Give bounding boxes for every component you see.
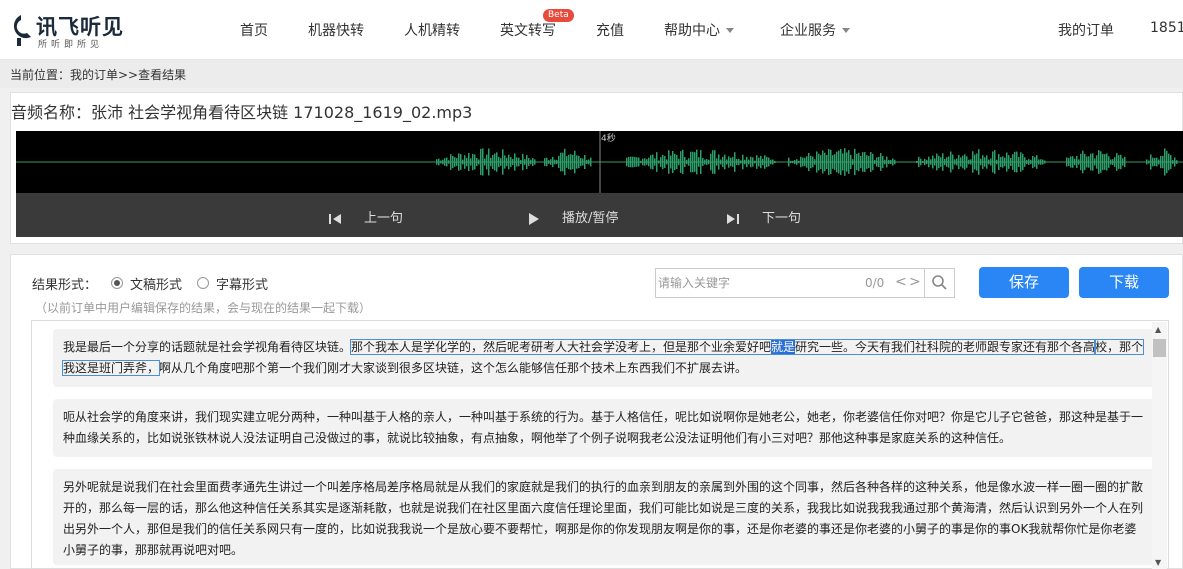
chevron-down-icon bbox=[842, 27, 850, 33]
scroll-down-icon[interactable]: ▼ bbox=[1155, 558, 1161, 567]
logo-icon bbox=[13, 15, 31, 46]
prev-sentence-button[interactable]: 上一句 bbox=[328, 207, 403, 226]
nav-recharge[interactable]: 充值 bbox=[596, 20, 624, 40]
search-button[interactable] bbox=[924, 268, 955, 298]
nav-enterprise-label: 企业服务 bbox=[780, 23, 836, 39]
nav-my-orders[interactable]: 我的订单 bbox=[1058, 20, 1114, 40]
top-nav: 讯飞听见 所听即所见 首页 机器快转 人机精转 英文转写 Beta 充值 帮助中… bbox=[0, 0, 1183, 60]
radio-subtitle-label[interactable]: 字幕形式 bbox=[216, 274, 268, 293]
breadcrumb: 当前位置：我的订单>>查看结果 bbox=[10, 68, 187, 82]
scroll-up-icon[interactable]: ▲ bbox=[1155, 325, 1161, 334]
result-format-label: 结果形式： bbox=[32, 278, 98, 293]
save-button[interactable]: 保存 bbox=[979, 267, 1069, 298]
nav-home[interactable]: 首页 bbox=[240, 20, 268, 40]
search-icon bbox=[932, 275, 947, 290]
nav-english-transcribe[interactable]: 英文转写 bbox=[500, 20, 556, 40]
prev-match-button[interactable]: < bbox=[895, 274, 907, 290]
beta-badge: Beta bbox=[543, 9, 574, 22]
nav-enterprise[interactable]: 企业服务 bbox=[780, 20, 850, 40]
paragraph-3[interactable]: 另外呢就是说我们在社会里面费孝通先生讲过一个叫差序格局差序格局就是从我们的家庭就… bbox=[53, 469, 1156, 565]
keyword-highlight[interactable]: 就是 bbox=[771, 340, 796, 354]
next-match-button[interactable]: > bbox=[909, 274, 921, 290]
play-pause-button[interactable]: 播放/暂停 bbox=[528, 207, 618, 226]
match-count: 0/0 bbox=[865, 276, 885, 290]
chevron-down-icon bbox=[726, 27, 734, 33]
download-button[interactable]: 下载 bbox=[1079, 267, 1169, 298]
radio-document[interactable] bbox=[111, 277, 123, 289]
radio-subtitle[interactable] bbox=[197, 277, 209, 289]
sentence-part[interactable]: 研究一些。今天有我们社科院的老师跟专家还有那个各高 bbox=[795, 340, 1095, 354]
scrollbar[interactable]: ▲ ▼ bbox=[1152, 322, 1167, 569]
play-label: 播放/暂停 bbox=[562, 211, 619, 226]
sentence[interactable]: 我是最后一个分享的话题就是社会学视角看待区块链。 bbox=[63, 340, 351, 354]
transcript-editor[interactable]: 我是最后一个分享的话题就是社会学视角看待区块链。那个我本人是学化学的，然后呢考研… bbox=[31, 320, 1169, 569]
next-label: 下一句 bbox=[762, 211, 802, 226]
radio-document-label[interactable]: 文稿形式 bbox=[130, 274, 182, 293]
selected-sentence[interactable]: 那个我本人是学化学的，然后呢考研考人大社会学没考上，但是那个业余爱好吧就是研究一… bbox=[350, 339, 1097, 355]
play-icon bbox=[529, 212, 539, 225]
sentence-part[interactable]: 那个我本人是学化学的，然后呢考研考人大社会学没考上，但是那个业余爱好吧 bbox=[351, 340, 771, 354]
next-sentence-button[interactable]: 下一句 bbox=[726, 207, 801, 226]
skip-back-icon bbox=[329, 213, 341, 224]
sentence[interactable]: 啊从几个角度吧那个第一个我们刚才大家谈到很多区块链，这个怎么能够信任那个技术上东… bbox=[159, 361, 747, 375]
keyword-search-input[interactable] bbox=[658, 271, 858, 295]
audio-title: 音频名称：张沛 社会学视角看待区块链 171028_1619_02.mp3 bbox=[11, 103, 473, 122]
nav-user-phone[interactable]: 1851 bbox=[1150, 20, 1183, 36]
nav-machine-fast[interactable]: 机器快转 bbox=[308, 20, 364, 40]
nav-help-label: 帮助中心 bbox=[664, 23, 720, 39]
prev-label: 上一句 bbox=[364, 211, 404, 226]
scroll-thumb[interactable] bbox=[1153, 339, 1166, 357]
logo-slogan: 所听即所见 bbox=[38, 40, 104, 50]
keyword-search-box: 0/0 < > bbox=[655, 268, 925, 298]
result-note: （以前订单中用户编辑保存的结果，会与现在的结果一起下载） bbox=[35, 301, 372, 315]
nav-help-center[interactable]: 帮助中心 bbox=[664, 20, 734, 40]
skip-forward-icon bbox=[727, 213, 739, 224]
waveform[interactable]: 4秒 bbox=[16, 131, 1183, 193]
player-controls: 上一句 播放/暂停 下一句 bbox=[16, 193, 1183, 237]
nav-human-precise[interactable]: 人机精转 bbox=[404, 20, 460, 40]
paragraph-1[interactable]: 我是最后一个分享的话题就是社会学视角看待区块链。那个我本人是学化学的，然后呢考研… bbox=[53, 329, 1156, 387]
waveform-player[interactable]: 4秒 上一句 播放/暂停 下一句 bbox=[16, 131, 1183, 237]
paragraph-2[interactable]: 呃从社会学的角度来讲，我们现实建立呢分两种，一种叫基于人格的亲人，一种叫基于系统… bbox=[53, 399, 1156, 457]
logo[interactable]: 讯飞听见 所听即所见 bbox=[6, 8, 126, 52]
time-marker: 4秒 bbox=[601, 132, 616, 144]
